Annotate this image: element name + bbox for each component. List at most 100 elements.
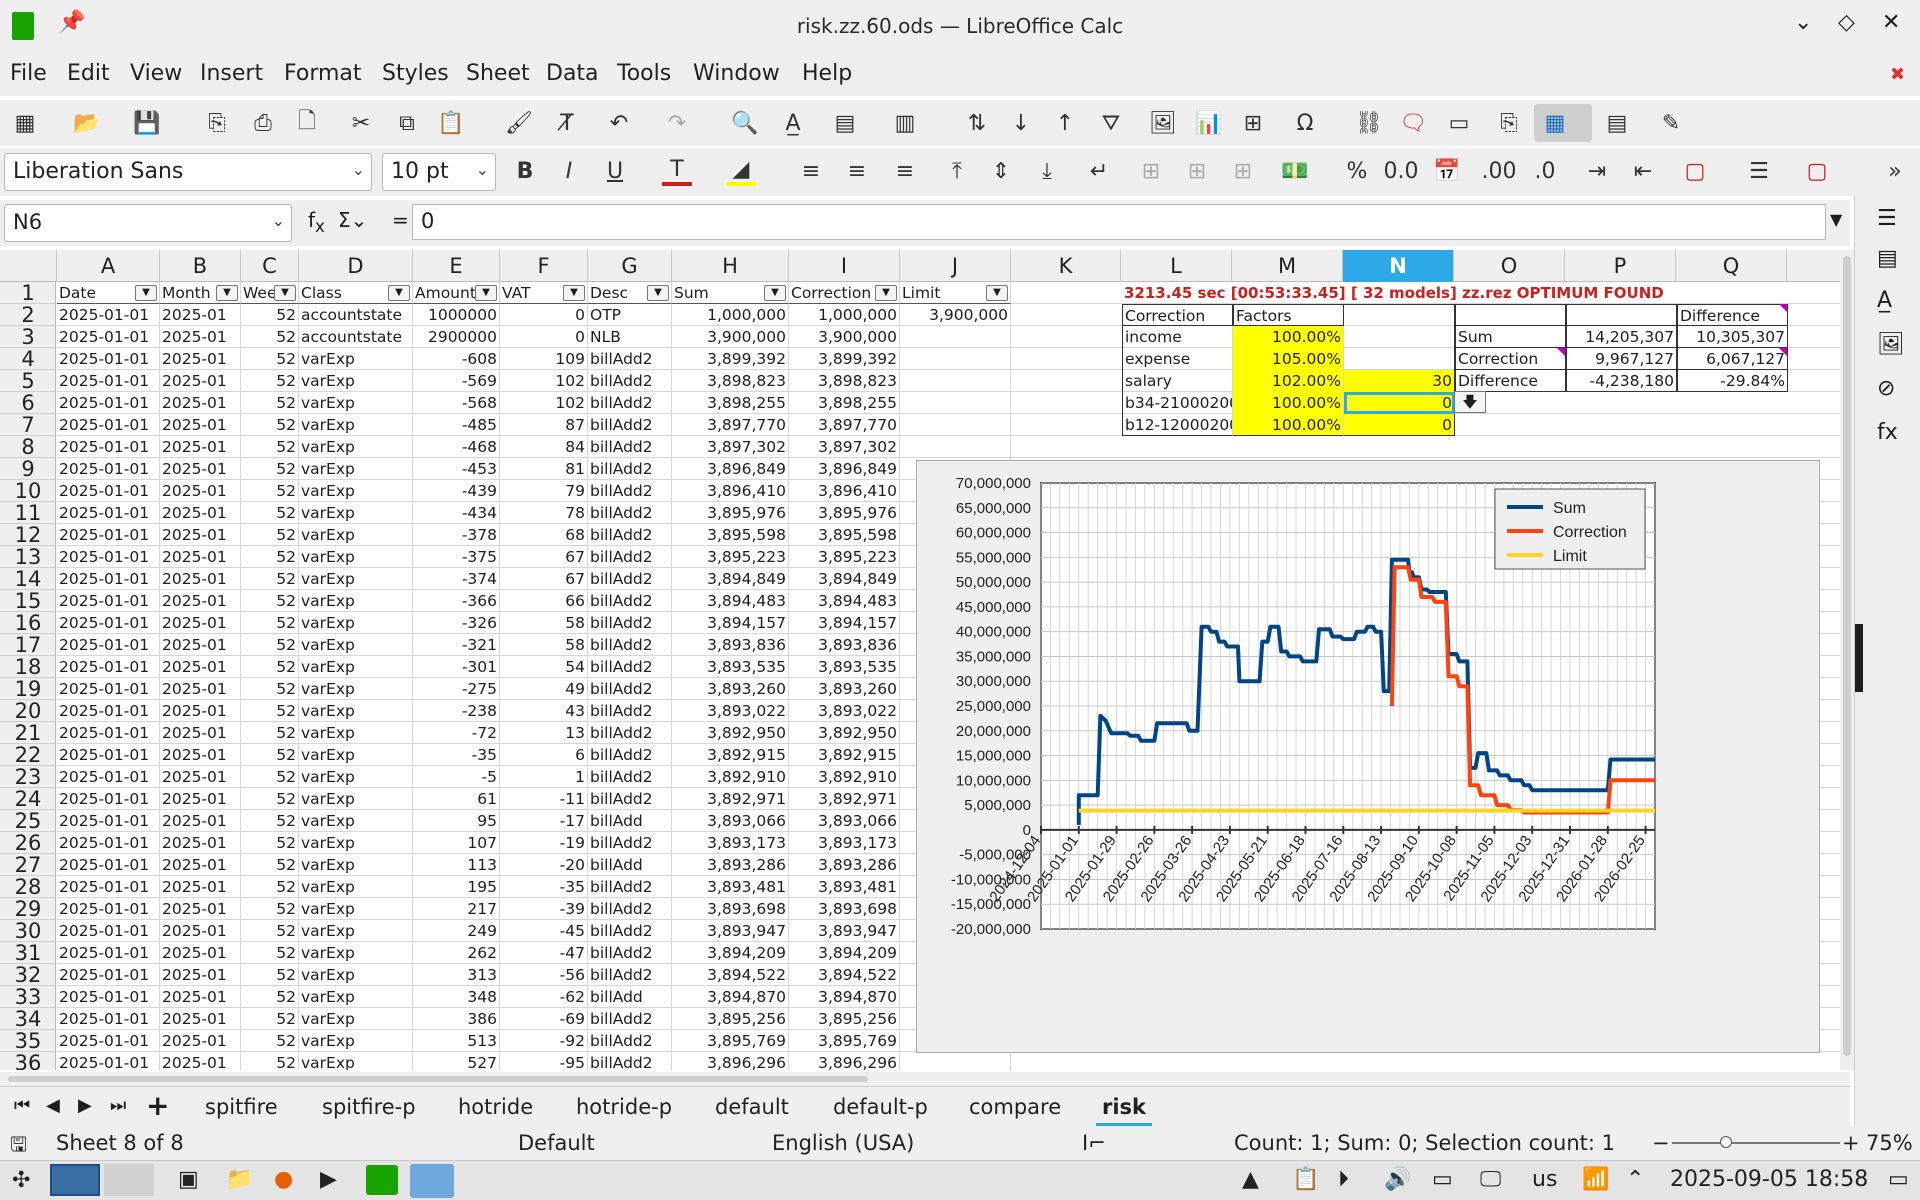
cell-e[interactable]: -378 xyxy=(413,524,500,546)
autofilter-button[interactable]: ▼ xyxy=(475,285,497,301)
cell-e[interactable]: -434 xyxy=(413,502,500,524)
cell-c[interactable]: 52 xyxy=(241,986,299,1008)
cell-i[interactable]: 3,892,950 xyxy=(789,722,900,744)
cell-h[interactable]: 3,893,173 xyxy=(672,832,789,854)
network-icon[interactable]: 📶 xyxy=(1582,1167,1609,1192)
row-header[interactable]: 27 xyxy=(0,854,55,876)
cell-g[interactable]: billAdd2 xyxy=(588,348,672,370)
cell-g[interactable]: billAdd xyxy=(588,810,672,832)
cell-e[interactable]: -608 xyxy=(413,348,500,370)
sheet-tab-spitfire-p[interactable]: spitfire-p xyxy=(322,1095,416,1119)
factor-label[interactable]: income xyxy=(1122,326,1233,348)
cell-a[interactable]: 2025-01-01 xyxy=(57,590,160,612)
header-cell-limit[interactable]: Limit ▼ xyxy=(900,282,1011,304)
cell-c[interactable]: 52 xyxy=(241,392,299,414)
pivot-table-icon[interactable]: ⊞ xyxy=(1238,108,1268,138)
cell-c[interactable]: 52 xyxy=(241,414,299,436)
app-launcher-icon[interactable]: ✣ xyxy=(12,1168,30,1193)
find-replace-icon[interactable]: 🔍 xyxy=(730,108,760,138)
cell-j[interactable] xyxy=(900,436,1011,458)
cell-g[interactable]: billAdd2 xyxy=(588,392,672,414)
cell-e[interactable]: -366 xyxy=(413,590,500,612)
autofill-arrow-icon[interactable]: 🡇 xyxy=(1454,391,1486,413)
cell-g[interactable]: billAdd2 xyxy=(588,920,672,942)
number-format-icon[interactable]: 0.0 xyxy=(1384,156,1419,186)
freeze-rows-icon[interactable]: ▤ xyxy=(1602,108,1632,138)
cell-f[interactable]: -56 xyxy=(500,964,588,986)
export-pdf-icon[interactable]: ⎘ xyxy=(202,108,232,138)
cell-e[interactable]: -321 xyxy=(413,634,500,656)
cell-f[interactable]: 84 xyxy=(500,436,588,458)
cell-a[interactable]: 2025-01-01 xyxy=(57,810,160,832)
cell-i[interactable]: 3,894,870 xyxy=(789,986,900,1008)
row-header[interactable]: 6 xyxy=(0,392,55,414)
properties-icon[interactable]: ▤ xyxy=(1877,246,1898,271)
cell-e[interactable]: -238 xyxy=(413,700,500,722)
cell-f[interactable]: -39 xyxy=(500,898,588,920)
cell-f[interactable]: -95 xyxy=(500,1052,588,1070)
cell-b[interactable]: 2025-01 xyxy=(160,942,241,964)
cell-c[interactable]: 52 xyxy=(241,304,299,326)
row-header[interactable]: 5 xyxy=(0,370,55,392)
cell-f[interactable]: 49 xyxy=(500,678,588,700)
factor-value[interactable]: 105.00% xyxy=(1233,348,1344,370)
cell-i[interactable]: 3,893,260 xyxy=(789,678,900,700)
cell-b[interactable]: 2025-01 xyxy=(160,656,241,678)
cell-h[interactable]: 3,893,836 xyxy=(672,634,789,656)
cell-e[interactable]: -301 xyxy=(413,656,500,678)
summary-value[interactable]: 9,967,127 xyxy=(1566,348,1677,370)
cell-j[interactable] xyxy=(900,414,1011,436)
add-sheet-icon[interactable]: + xyxy=(146,1089,169,1122)
cell-a[interactable]: 2025-01-01 xyxy=(57,326,160,348)
row-header[interactable]: 21 xyxy=(0,722,55,744)
cut-icon[interactable]: ✂ xyxy=(346,108,376,138)
font-name-combo[interactable]: Liberation Sans ⌄ xyxy=(4,153,372,191)
cell-c[interactable]: 52 xyxy=(241,634,299,656)
sort-descending-icon[interactable]: ↑ xyxy=(1050,108,1080,138)
cell-d[interactable]: varExp xyxy=(299,832,413,854)
cell-f[interactable]: 67 xyxy=(500,546,588,568)
summary-header-difference[interactable]: Difference xyxy=(1677,304,1788,326)
cell-f[interactable]: 0 xyxy=(500,304,588,326)
menu-format[interactable]: Format xyxy=(284,61,362,86)
headers-footers-icon[interactable]: ▭ xyxy=(1444,108,1474,138)
cell-g[interactable]: billAdd2 xyxy=(588,1008,672,1030)
row-header[interactable]: 7 xyxy=(0,414,55,436)
cell-a[interactable]: 2025-01-01 xyxy=(57,480,160,502)
row-header[interactable]: 17 xyxy=(0,634,55,656)
row-header[interactable]: 30 xyxy=(0,920,55,942)
cell-a[interactable]: 2025-01-01 xyxy=(57,744,160,766)
cell-d[interactable]: varExp xyxy=(299,766,413,788)
document-modified-icon[interactable]: 🖫 xyxy=(10,1130,27,1164)
cell-i[interactable]: 3,898,823 xyxy=(789,370,900,392)
cell-d[interactable]: varExp xyxy=(299,502,413,524)
summary-label[interactable]: Difference xyxy=(1455,370,1566,392)
factor-input[interactable] xyxy=(1344,348,1455,370)
autofilter-button[interactable]: ▼ xyxy=(216,285,238,301)
save-icon[interactable]: 💾 xyxy=(132,108,162,138)
cell-f[interactable]: 109 xyxy=(500,348,588,370)
cell-d[interactable]: varExp xyxy=(299,964,413,986)
cell-c[interactable]: 52 xyxy=(241,656,299,678)
cell-b[interactable]: 2025-01 xyxy=(160,1030,241,1052)
cell-d[interactable]: varExp xyxy=(299,1052,413,1070)
cell-e[interactable]: 386 xyxy=(413,1008,500,1030)
select-all-corner[interactable] xyxy=(0,250,57,282)
row-header[interactable]: 15 xyxy=(0,590,55,612)
border-style-icon[interactable]: ☰ xyxy=(1744,156,1774,186)
cell-b[interactable]: 2025-01 xyxy=(160,524,241,546)
cell-g[interactable]: billAdd2 xyxy=(588,722,672,744)
cell-c[interactable]: 52 xyxy=(241,942,299,964)
cell-j[interactable] xyxy=(900,348,1011,370)
new-icon[interactable]: ▦ xyxy=(10,108,40,138)
summary-value[interactable]: 14,205,307 xyxy=(1566,326,1677,348)
font-size-combo[interactable]: 10 pt ⌄ xyxy=(382,153,496,191)
cell-b[interactable]: 2025-01 xyxy=(160,326,241,348)
cell-h[interactable]: 3,892,910 xyxy=(672,766,789,788)
row-header[interactable]: 24 xyxy=(0,788,55,810)
cell-i[interactable]: 3,895,598 xyxy=(789,524,900,546)
risk-chart[interactable]: 70,000,000 65,000,000 60,000,000 55,000,000… xyxy=(916,460,1820,1053)
cell-e[interactable]: 113 xyxy=(413,854,500,876)
factor-label[interactable]: salary xyxy=(1122,370,1233,392)
cell-b[interactable]: 2025-01 xyxy=(160,590,241,612)
